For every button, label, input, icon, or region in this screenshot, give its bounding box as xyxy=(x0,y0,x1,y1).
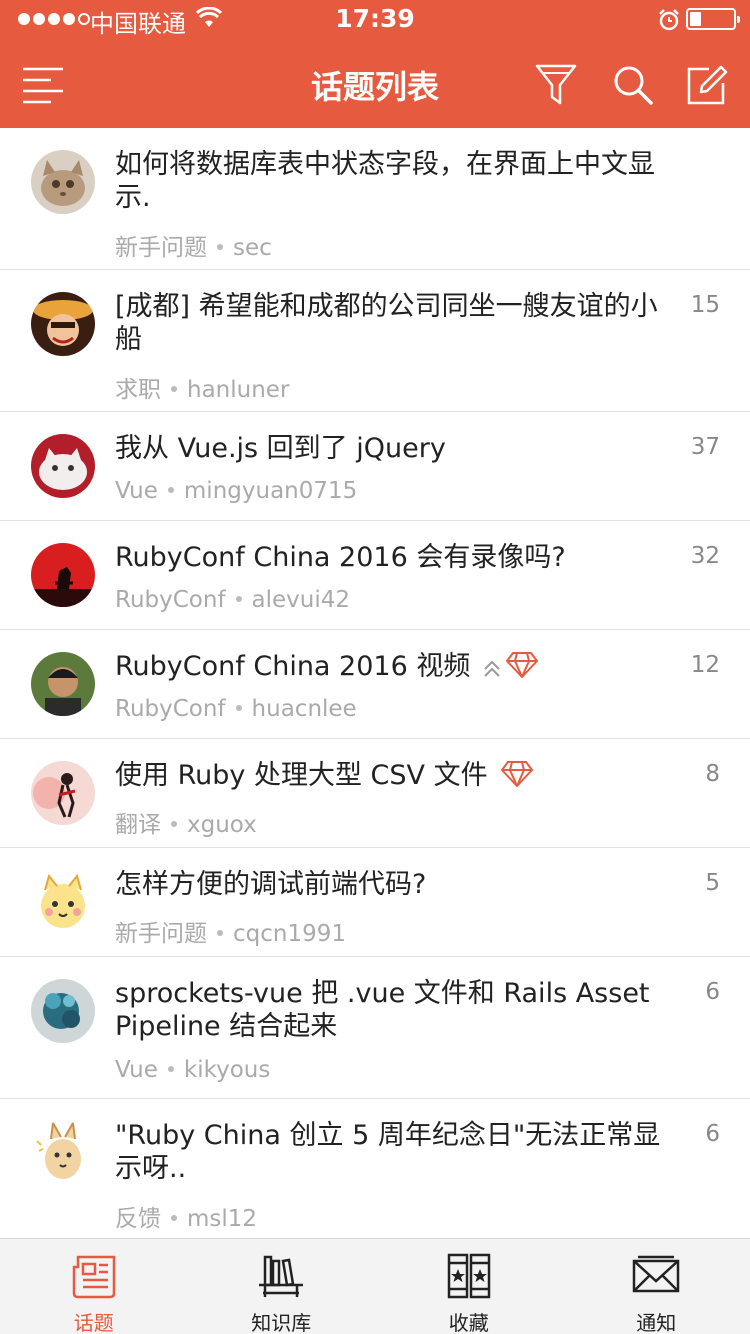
topic-title[interactable]: [成都] 希望能和成都的公司同坐一艘友谊的小船 xyxy=(115,290,675,356)
upvote-icon xyxy=(483,654,501,687)
topic-node[interactable]: RubyConf xyxy=(115,696,226,722)
avatar[interactable] xyxy=(31,761,95,825)
topic-meta: Vue kikyous xyxy=(115,1057,270,1083)
reply-count: 8 xyxy=(705,761,720,787)
topic-node[interactable]: Vue xyxy=(115,1057,158,1083)
topic-title-text[interactable]: RubyConf China 2016 视频 xyxy=(115,651,470,682)
tab-knowledge-base[interactable]: 知识库 xyxy=(188,1239,376,1334)
tab-label: 收藏 xyxy=(448,1311,489,1334)
reply-count: 32 xyxy=(690,543,720,569)
tab-label: 话题 xyxy=(73,1311,114,1334)
status-bar: 中国联通 17:39 xyxy=(0,0,750,40)
reply-count: 37 xyxy=(690,434,720,460)
topic-row[interactable]: 如何将数据库表中状态字段，在界面上中文显示. 新手问题 sec xyxy=(0,128,750,270)
topic-title[interactable]: 如何将数据库表中状态字段，在界面上中文显示. xyxy=(115,148,675,214)
topic-title[interactable]: 我从 Vue.js 回到了 jQuery xyxy=(115,432,675,465)
separator-dot xyxy=(171,821,177,827)
topic-title[interactable]: 使用 Ruby 处理大型 CSV 文件 xyxy=(115,759,675,796)
topic-row[interactable]: RubyConf China 2016 视频 RubyConf huacnlee … xyxy=(0,630,750,739)
filter-icon[interactable] xyxy=(533,62,579,108)
tab-favorites[interactable]: 收藏 xyxy=(375,1239,563,1334)
avatar[interactable] xyxy=(31,1121,95,1185)
tab-bar: 话题 知识库 收藏 通知 xyxy=(0,1238,750,1334)
topic-row[interactable]: "Ruby China 创立 5 周年纪念日"无法正常显示呀.. 反馈 msl12… xyxy=(0,1099,750,1238)
separator-dot xyxy=(217,930,223,936)
topic-author[interactable]: msl12 xyxy=(187,1206,257,1232)
separator-dot xyxy=(167,487,174,493)
diamond-icon xyxy=(500,760,534,796)
topic-title[interactable]: 怎样方便的调试前端代码? xyxy=(115,868,675,901)
navigation-bar: 话题列表 xyxy=(0,40,750,128)
reply-count: 5 xyxy=(705,870,720,896)
topic-meta: 新手问题 cqcn1991 xyxy=(115,914,346,948)
topic-row[interactable]: RubyConf China 2016 会有录像吗? RubyConf alevu… xyxy=(0,521,750,630)
topic-meta: 求职 hanluner xyxy=(115,370,289,404)
avatar[interactable] xyxy=(31,150,95,214)
topic-title[interactable]: RubyConf China 2016 视频 xyxy=(115,650,675,687)
starred-books-icon xyxy=(445,1253,493,1299)
topic-meta: 反馈 msl12 xyxy=(115,1199,257,1233)
topic-node[interactable]: 新手问题 xyxy=(115,921,207,947)
avatar[interactable] xyxy=(31,434,95,498)
topic-author[interactable]: alevui42 xyxy=(252,587,350,613)
topic-node[interactable]: RubyConf xyxy=(115,587,226,613)
bookshelf-icon xyxy=(257,1253,305,1299)
separator-dot xyxy=(217,244,223,250)
topic-meta: RubyConf huacnlee xyxy=(115,696,357,722)
topic-author[interactable]: sec xyxy=(233,235,272,261)
separator-dot xyxy=(167,1066,174,1072)
avatar[interactable] xyxy=(31,543,95,607)
topic-meta: 新手问题 sec xyxy=(115,228,272,262)
topic-author[interactable]: kikyous xyxy=(184,1057,270,1083)
tab-notifications[interactable]: 通知 xyxy=(563,1239,750,1334)
topic-title[interactable]: "Ruby China 创立 5 周年纪念日"无法正常显示呀.. xyxy=(115,1119,675,1185)
topic-author[interactable]: huacnlee xyxy=(252,696,357,722)
topic-meta: Vue mingyuan0715 xyxy=(115,478,357,504)
avatar[interactable] xyxy=(31,979,95,1043)
envelope-icon xyxy=(632,1253,680,1299)
reply-count: 15 xyxy=(690,292,720,318)
clock: 17:39 xyxy=(335,4,415,33)
avatar[interactable] xyxy=(31,652,95,716)
topic-title[interactable]: sprockets-vue 把 .vue 文件和 Rails Asset Pip… xyxy=(115,977,675,1043)
separator-dot xyxy=(235,705,242,711)
topic-title[interactable]: RubyConf China 2016 会有录像吗? xyxy=(115,541,675,574)
topic-author[interactable]: mingyuan0715 xyxy=(184,478,357,504)
tab-label: 通知 xyxy=(636,1311,677,1334)
topic-node[interactable]: Vue xyxy=(115,478,158,504)
diamond-icon xyxy=(505,651,539,687)
separator-dot xyxy=(171,1215,177,1221)
reply-count: 6 xyxy=(705,979,720,1005)
topic-meta: 翻译 xguox xyxy=(115,805,257,839)
topic-title-text[interactable]: 使用 Ruby 处理大型 CSV 文件 xyxy=(115,760,488,791)
topic-node[interactable]: 翻译 xyxy=(115,812,161,838)
newspaper-icon xyxy=(70,1253,118,1299)
topic-meta: RubyConf alevui42 xyxy=(115,587,350,613)
tab-topics[interactable]: 话题 xyxy=(0,1239,188,1334)
topic-author[interactable]: hanluner xyxy=(187,377,289,403)
topic-row[interactable]: sprockets-vue 把 .vue 文件和 Rails Asset Pip… xyxy=(0,957,750,1099)
topic-node[interactable]: 求职 xyxy=(115,377,161,403)
separator-dot xyxy=(171,386,177,392)
reply-count: 12 xyxy=(690,652,720,678)
tab-label: 知识库 xyxy=(251,1311,312,1334)
topic-author[interactable]: xguox xyxy=(187,812,257,838)
alarm-icon xyxy=(658,8,680,38)
reply-count: 6 xyxy=(705,1121,720,1147)
app-header: 中国联通 17:39 话题列表 xyxy=(0,0,750,128)
topic-row[interactable]: 我从 Vue.js 回到了 jQuery Vue mingyuan0715 37 xyxy=(0,412,750,521)
avatar[interactable] xyxy=(31,870,95,934)
topic-row[interactable]: 使用 Ruby 处理大型 CSV 文件 翻译 xguox 8 xyxy=(0,739,750,848)
topic-node[interactable]: 新手问题 xyxy=(115,235,207,261)
topic-list: 如何将数据库表中状态字段，在界面上中文显示. 新手问题 sec [成都] 希望能和… xyxy=(0,128,750,1238)
search-icon[interactable] xyxy=(610,62,656,108)
separator-dot xyxy=(235,596,242,602)
avatar[interactable] xyxy=(31,292,95,356)
topic-row[interactable]: [成都] 希望能和成都的公司同坐一艘友谊的小船 求职 hanluner 15 xyxy=(0,270,750,412)
battery-icon xyxy=(686,8,740,30)
topic-row[interactable]: 怎样方便的调试前端代码? 新手问题 cqcn1991 5 xyxy=(0,848,750,957)
compose-icon[interactable] xyxy=(684,62,730,108)
topic-author[interactable]: cqcn1991 xyxy=(233,921,346,947)
topic-node[interactable]: 反馈 xyxy=(115,1206,161,1232)
